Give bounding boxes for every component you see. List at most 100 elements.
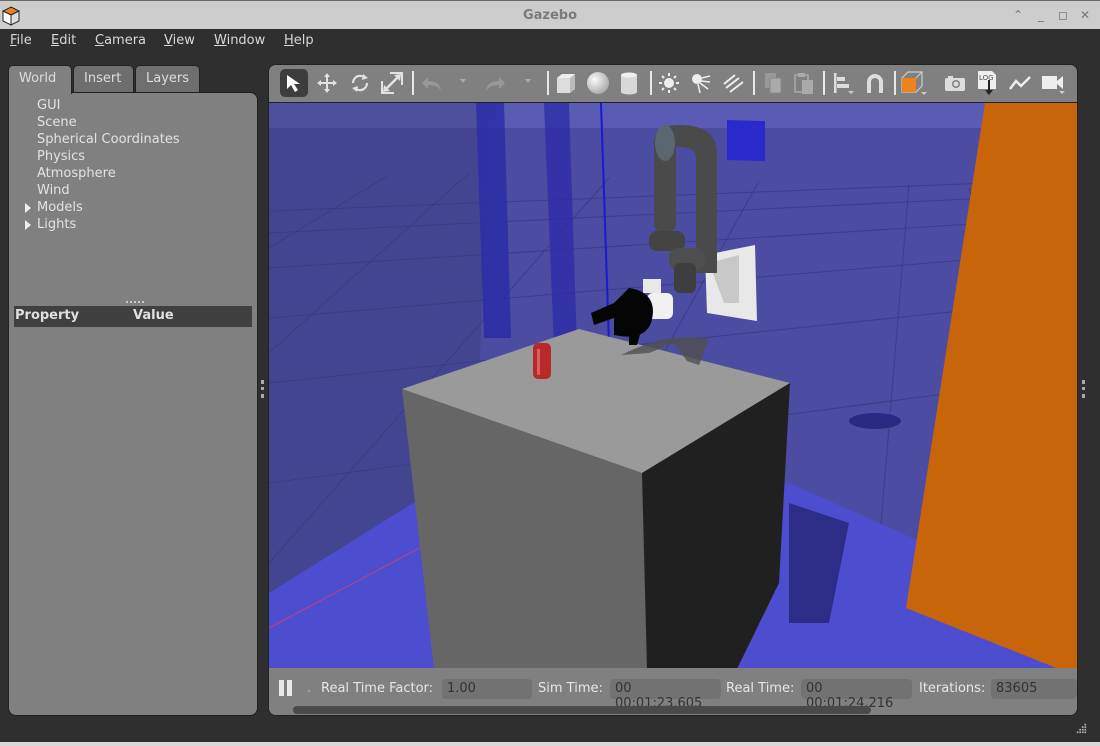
menu-file[interactable]: File [10,33,32,48]
log-button[interactable]: LOG [973,69,1001,97]
title-bar: Gazebo ⌃ _ ◻ ✕ [0,0,1100,29]
status-bar: . Real Time Factor: 1.00 Sim Time: 00 00… [269,668,1077,715]
tree-item-gui[interactable]: GUI [37,98,60,113]
column-header-property: Property [15,308,80,323]
minimize-button[interactable]: _ [1033,7,1049,23]
horizontal-scrollbar[interactable] [293,706,871,714]
scale-icon [381,72,403,94]
world-panel: GUI Scene Spherical Coordinates Physics … [8,92,258,716]
paste-button[interactable] [790,69,818,97]
move-arrows-icon [317,73,337,93]
toolbar-separator [650,71,652,95]
shade-button[interactable]: ⌃ [1010,7,1026,23]
select-mode-button[interactable] [280,69,308,97]
close-icon: ✕ [1079,8,1091,22]
toolbar: LOG [269,65,1077,102]
plot-button[interactable] [1006,69,1034,97]
tree-item-spherical-coordinates[interactable]: Spherical Coordinates [37,132,180,147]
window-bottom-border [0,742,1100,746]
minimize-icon: _ [1038,8,1044,22]
step-indicator: . [307,681,312,696]
resize-grip-icon[interactable] [1075,722,1087,734]
menu-view[interactable]: View [164,33,195,48]
point-light-icon [659,73,679,93]
soda-can [533,343,551,379]
close-button[interactable]: ✕ [1077,7,1093,23]
scale-mode-button[interactable] [378,69,406,97]
camera-icon [945,76,965,91]
expand-arrow-icon[interactable] [25,203,31,213]
directional-light-button[interactable] [719,69,747,97]
tree-item-scene[interactable]: Scene [37,115,77,130]
log-icon: LOG [978,71,996,95]
translate-mode-button[interactable] [313,69,341,97]
tab-world[interactable]: World [8,65,72,94]
sphere-shape-button[interactable] [584,69,612,97]
toolbar-separator [823,71,825,95]
property-table-header: Property Value [14,306,252,327]
panel-splitter-handle[interactable] [126,301,144,304]
directional-light-icon [723,74,744,93]
real-time-field: 00 00:01:24.216 [801,679,912,711]
pause-icon [279,680,284,696]
menu-camera[interactable]: Camera [95,33,146,48]
tree-item-models[interactable]: Models [37,200,83,215]
undo-history-dropdown[interactable] [460,79,466,83]
arrow-cursor-icon [287,75,300,92]
toolbar-separator [894,71,896,95]
spot-light-icon [692,74,711,94]
menu-edit[interactable]: Edit [51,33,76,48]
iterations-label: Iterations: [919,681,986,696]
chevron-up-icon: ⌃ [1012,8,1024,22]
menu-file-rest: ile [16,33,32,48]
left-splitter-handle[interactable] [261,380,264,398]
menu-window[interactable]: Window [214,33,265,48]
align-button[interactable] [829,69,857,97]
cylinder-icon [621,72,637,95]
real-time-label: Real Time: [726,681,795,696]
video-record-button[interactable] [1039,69,1067,97]
maximize-button[interactable]: ◻ [1055,7,1071,23]
pause-button[interactable] [279,680,295,698]
sim-time-field: 00 00:01:23.605 [610,679,721,711]
screenshot-button[interactable] [941,69,969,97]
sphere-icon [587,72,609,94]
undo-button[interactable] [418,69,446,97]
tab-layers[interactable]: Layers [135,65,200,93]
box-icon [557,74,575,93]
toolbar-separator [753,71,755,95]
magnet-icon [867,74,883,93]
right-splitter-handle[interactable] [1082,380,1085,398]
tree-item-atmosphere[interactable]: Atmosphere [37,166,116,181]
window-title: Gazebo [522,8,578,23]
cylinder-shape-button[interactable] [615,69,643,97]
tree-item-wind[interactable]: Wind [37,183,70,198]
redo-history-dropdown[interactable] [525,79,531,83]
plot-icon [1009,76,1031,90]
sim-time-label: Sim Time: [538,681,603,696]
redo-button[interactable] [481,69,509,97]
scene-render [269,103,1077,668]
snap-button[interactable] [861,69,889,97]
point-light-button[interactable] [655,69,683,97]
rotate-icon [351,74,369,92]
tree-item-physics[interactable]: Physics [37,149,85,164]
copy-icon [765,73,782,94]
menu-help[interactable]: Help [284,33,314,48]
tree-item-lights[interactable]: Lights [37,217,76,232]
copy-button[interactable] [759,69,787,97]
box-shape-button[interactable] [552,69,580,97]
spot-light-button[interactable] [687,69,715,97]
3d-viewport[interactable] [269,102,1077,668]
expand-arrow-icon[interactable] [25,220,31,230]
svg-text:LOG: LOG [979,74,994,82]
view-angle-button[interactable] [900,69,928,97]
rotate-mode-button[interactable] [346,69,374,97]
toolbar-separator [547,71,549,95]
redo-icon [486,77,505,91]
menu-bar: File Edit Camera View Window Help [0,29,1100,56]
view-cube-icon [901,71,927,95]
tab-insert[interactable]: Insert [73,65,134,93]
render-panel: LOG . Real Time Factor: 1.00 Sim Time: 0… [268,64,1078,716]
undo-icon [422,77,441,91]
